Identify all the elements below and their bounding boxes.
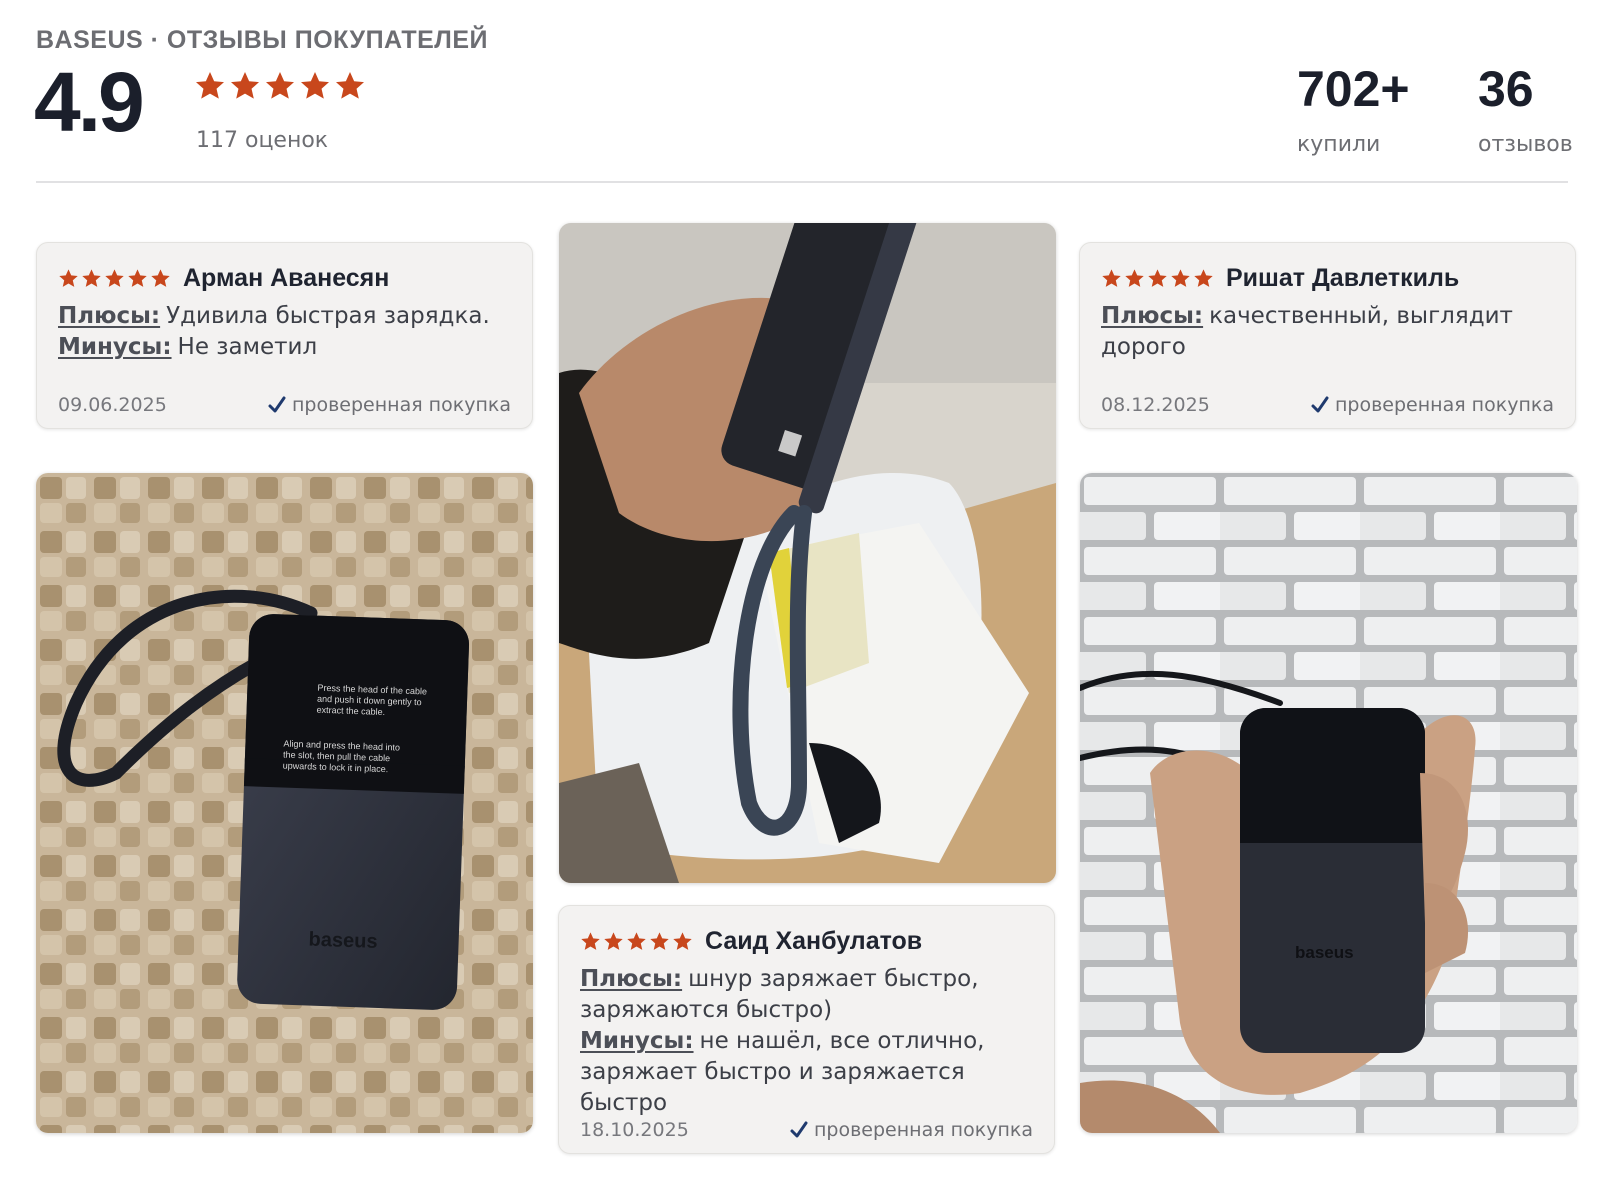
- star-icon: [59, 268, 78, 287]
- review-card[interactable]: Арман Аванесян Плюсы: Удивила быстрая зар…: [36, 242, 533, 429]
- star-icon: [196, 72, 224, 99]
- review-stars: [580, 931, 693, 952]
- verified-badge: проверенная покупка: [1310, 394, 1554, 416]
- verified-label: проверенная покупка: [813, 1119, 1033, 1141]
- star-icon: [336, 72, 364, 99]
- plus-label: Плюсы:: [58, 303, 161, 329]
- bought-label: купили: [1297, 132, 1381, 157]
- star-icon: [1194, 268, 1213, 287]
- star-icon: [266, 72, 294, 99]
- brand-title: BASEUS · ОТЗЫВЫ ПОКУПАТЕЛЕЙ: [36, 26, 488, 54]
- review-stars: [1101, 268, 1214, 289]
- star-icon: [604, 931, 623, 950]
- reviewer-name: Ришат Давлеткиль: [1226, 263, 1460, 292]
- review-text: Плюсы: Удивила быстрая зарядка. Минусы: Не…: [58, 301, 511, 363]
- reviews-stat: 36 отзывов: [1478, 64, 1573, 157]
- verified-label: проверенная покупка: [1334, 394, 1554, 416]
- plus-label: Плюсы:: [580, 966, 683, 992]
- star-icon: [1171, 268, 1190, 287]
- review-date: 18.10.2025: [580, 1119, 689, 1141]
- review-photo-powerbank[interactable]: Press the head of the cable and push it …: [36, 473, 533, 1133]
- minus-text: Не заметил: [177, 334, 318, 360]
- review-text: Плюсы: качественный, выглядит дорого: [1101, 301, 1521, 363]
- reviews-label: отзывов: [1478, 132, 1573, 157]
- average-rating: 4.9: [34, 55, 145, 149]
- review-date: 09.06.2025: [58, 394, 167, 416]
- review-card[interactable]: Ришат Давлеткиль Плюсы: качественный, выг…: [1079, 242, 1576, 429]
- bought-value: 702+: [1297, 61, 1410, 117]
- star-icon: [673, 931, 692, 950]
- review-photo-hand[interactable]: [559, 223, 1056, 883]
- star-icon: [105, 268, 124, 287]
- bought-stat: 702+ купили: [1297, 64, 1410, 157]
- star-icon: [128, 268, 147, 287]
- check-icon: [268, 396, 286, 413]
- verified-badge: проверенная покупка: [789, 1119, 1033, 1141]
- minus-label: Минусы:: [58, 334, 172, 360]
- star-icon: [301, 72, 329, 99]
- powerbank-photo-icon: Press the head of the cable and push it …: [36, 473, 533, 1133]
- check-icon: [790, 1121, 808, 1138]
- check-icon: [1311, 396, 1329, 413]
- star-icon: [1102, 268, 1121, 287]
- star-icon: [627, 931, 646, 950]
- verified-label: проверенная покупка: [291, 394, 511, 416]
- star-icon: [151, 268, 170, 287]
- verified-badge: проверенная покупка: [267, 394, 511, 416]
- review-text: Плюсы: шнур заряжает быстро, заряжаются б…: [580, 964, 1030, 1119]
- reviewer-name: Арман Аванесян: [183, 263, 390, 292]
- reviews-value: 36: [1478, 61, 1534, 117]
- rating-stars: [194, 70, 366, 102]
- ratings-count: 117 оценок: [196, 128, 329, 153]
- powerbank-in-hand-photo-icon: [559, 223, 1056, 883]
- review-photo-brick-wall[interactable]: baseus: [1080, 473, 1577, 1133]
- star-icon: [1148, 268, 1167, 287]
- product-logo-text: baseus: [1295, 943, 1354, 962]
- star-icon: [581, 931, 600, 950]
- minus-label: Минусы:: [580, 1028, 694, 1054]
- powerbank-brick-wall-photo-icon: baseus: [1080, 473, 1577, 1133]
- review-card[interactable]: Саид Ханбулатов Плюсы: шнур заряжает быст…: [558, 905, 1055, 1154]
- reviewer-name: Саид Ханбулатов: [705, 926, 923, 955]
- review-stars: [58, 268, 171, 289]
- header-divider: [36, 181, 1568, 183]
- review-date: 08.12.2025: [1101, 394, 1210, 416]
- plus-label: Плюсы:: [1101, 303, 1204, 329]
- star-icon: [231, 72, 259, 99]
- star-icon: [1125, 268, 1144, 287]
- star-icon: [82, 268, 101, 287]
- plus-text: Удивила быстрая зарядка.: [166, 303, 490, 329]
- star-icon: [650, 931, 669, 950]
- product-logo-text: baseus: [308, 929, 378, 953]
